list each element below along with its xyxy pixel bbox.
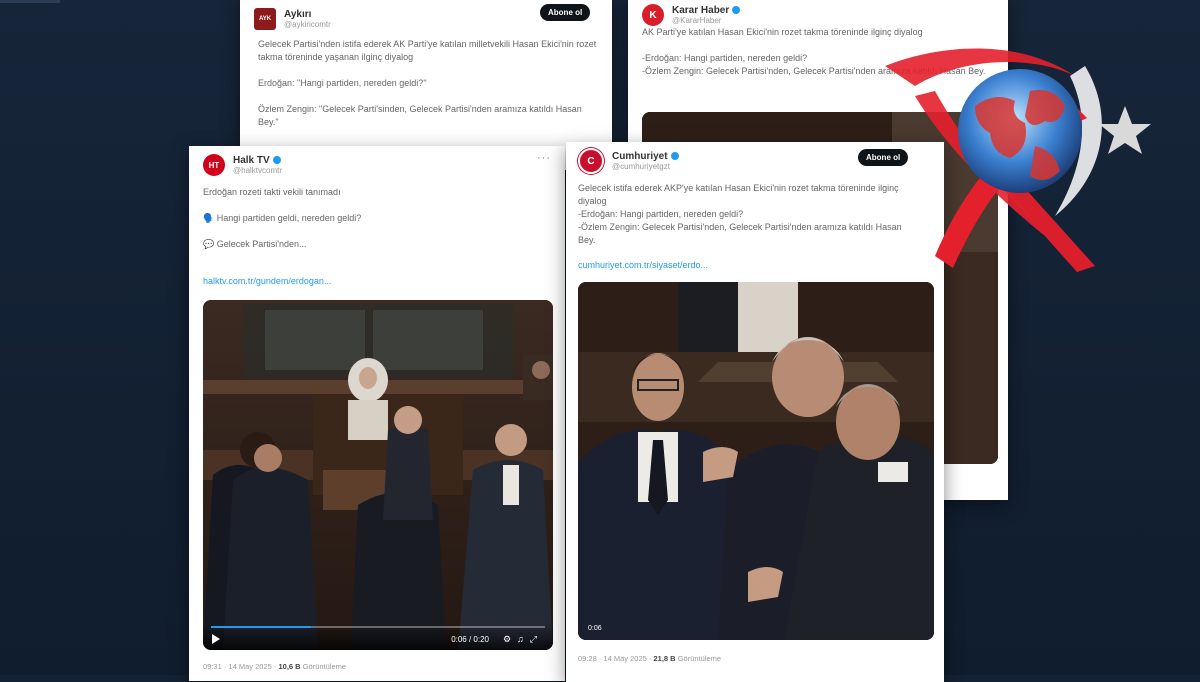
- cumhuriyet-meta: 09:28 · 14 May 2025 · 21,8 B Görüntüleme: [578, 654, 721, 663]
- karar-handle[interactable]: @KararHaber: [672, 16, 740, 26]
- cumhuriyet-video-time: 0:06: [588, 625, 602, 632]
- play-icon[interactable]: [212, 634, 220, 644]
- halktv-timestamp[interactable]: 09:31 · 14 May 2025 ·: [203, 662, 276, 671]
- karar-avatar[interactable]: K: [642, 4, 664, 26]
- halktv-views: 10,6 B: [278, 662, 301, 671]
- aykiri-tweet-text: Gelecek Partisi'nden istifa ederek AK Pa…: [258, 39, 597, 127]
- tweet-card-aykiri[interactable]: AYK Aykırı @aykiricomtr Abone ol Gelecek…: [240, 0, 612, 170]
- cumhuriyet-views: 21,8 B: [653, 654, 676, 663]
- cumhuriyet-video-frame: [578, 282, 934, 640]
- halktv-video[interactable]: 0:06 / 0:20 ⚙♫⤢: [203, 300, 553, 650]
- video-control-icons[interactable]: ⚙♫⤢: [503, 634, 543, 645]
- globe-crescent-star-logo: [885, 48, 1151, 272]
- cumhuriyet-name[interactable]: Cumhuriyet: [612, 151, 679, 162]
- halktv-views-label: Görüntüleme: [302, 662, 347, 671]
- aykiri-name[interactable]: Aykırı: [284, 9, 331, 20]
- halktv-video-frame: [203, 300, 553, 650]
- cumhuriyet-handle[interactable]: @cumhuriyetgzt: [612, 162, 679, 172]
- more-dots-icon[interactable]: ···: [537, 152, 551, 164]
- cumhuriyet-timestamp[interactable]: 09:28 · 14 May 2025 ·: [578, 654, 651, 663]
- aykiri-handle[interactable]: @aykiricomtr: [284, 20, 331, 30]
- top-edge-line: [0, 0, 60, 3]
- aykiri-follow-button[interactable]: Abone ol: [540, 4, 591, 21]
- halktv-avatar[interactable]: HT: [203, 154, 225, 176]
- settings-icon[interactable]: ⚙: [503, 634, 517, 644]
- verified-badge-icon: [732, 5, 741, 14]
- aykiri-avatar[interactable]: AYK: [254, 8, 276, 30]
- halktv-tweet-text: Erdoğan rozeti takti vekili tanımadı 🗣️ …: [203, 187, 362, 249]
- cumhuriyet-video[interactable]: 0:06: [578, 282, 934, 640]
- halktv-handle[interactable]: @halktvcomtr: [233, 166, 282, 176]
- star-icon: [1099, 106, 1151, 154]
- halktv-video-time: 0:06 / 0:20: [451, 635, 489, 644]
- halktv-meta: 09:31 · 14 May 2025 · 10,6 B Görüntüleme: [203, 662, 346, 671]
- karar-name[interactable]: Karar Haber: [672, 5, 741, 16]
- cumhuriyet-link[interactable]: cumhuriyet.com.tr/siyaset/erdo...: [578, 260, 708, 270]
- halktv-link[interactable]: halktv.com.tr/gundem/erdogan...: [203, 276, 331, 286]
- cumhuriyet-avatar[interactable]: C: [578, 148, 604, 174]
- verified-badge-icon: [670, 151, 679, 160]
- halktv-name[interactable]: Halk TV: [233, 155, 282, 166]
- cumhuriyet-views-label: Görüntüleme: [677, 654, 722, 663]
- verified-badge-icon: [272, 155, 281, 164]
- tweet-card-halktv[interactable]: HT Halk TV @halktvcomtr ··· Erdoğan roze…: [189, 146, 565, 681]
- volume-icon[interactable]: ♫: [517, 634, 530, 644]
- video-progress-bar[interactable]: [211, 626, 545, 628]
- fullscreen-icon[interactable]: ⤢: [530, 634, 543, 644]
